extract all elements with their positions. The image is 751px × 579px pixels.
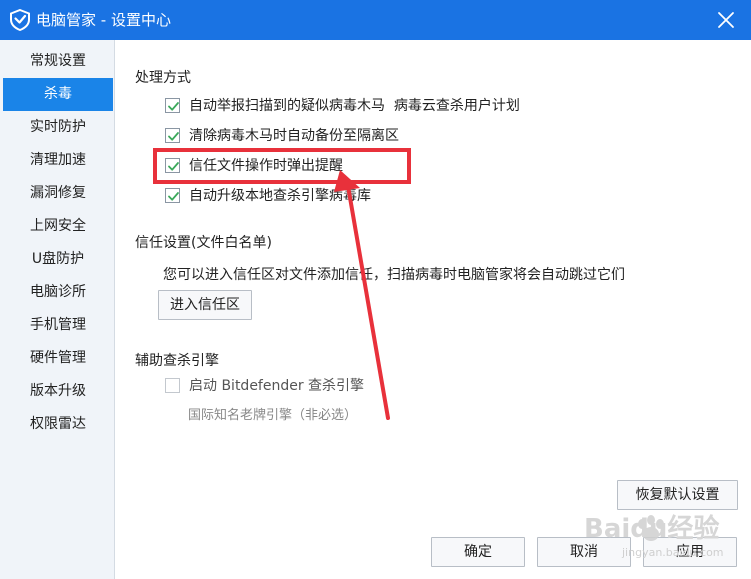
settings-panel: 处理方式 自动举报扫描到的疑似病毒木马 病毒云查杀用户计划 清除病毒木马时自动备… [116, 40, 751, 579]
checkbox-checked[interactable] [165, 188, 180, 203]
restore-defaults-button[interactable]: 恢复默认设置 [617, 480, 738, 510]
cancel-button[interactable]: 取消 [537, 537, 631, 567]
option-bitdefender[interactable]: 启动 Bitdefender 查杀引擎 [165, 375, 465, 397]
section-title-processing: 处理方式 [135, 70, 191, 86]
check-icon [168, 162, 179, 171]
check-icon [168, 192, 179, 201]
option-label: 信任文件操作时弹出提醒 [189, 158, 343, 174]
sidebar-item-upgrade[interactable]: 版本升级 [3, 375, 113, 408]
sidebar-item-usb[interactable]: U盘防护 [3, 243, 113, 276]
option-label: 清除病毒木马时自动备份至隔离区 [189, 128, 399, 144]
sidebar-item-cleanup[interactable]: 清理加速 [3, 144, 113, 177]
option-auto-upgrade-engine[interactable]: 自动升级本地查杀引擎病毒库 [165, 185, 565, 207]
cloud-plan-link[interactable]: 病毒云查杀用户计划 [394, 98, 520, 114]
checkbox-checked[interactable] [165, 128, 180, 143]
sidebar-item-permission[interactable]: 权限雷达 [3, 408, 113, 441]
close-icon[interactable] [715, 9, 737, 31]
sidebar-item-clinic[interactable]: 电脑诊所 [3, 276, 113, 309]
option-auto-report[interactable]: 自动举报扫描到的疑似病毒木马 病毒云查杀用户计划 [165, 95, 685, 117]
sidebar-item-realtime[interactable]: 实时防护 [3, 111, 113, 144]
window-title: 电脑管家 - 设置中心 [36, 11, 171, 29]
shield-icon [10, 9, 30, 31]
sidebar-item-general[interactable]: 常规设置 [3, 45, 113, 78]
engine-note: 国际知名老牌引擎（非必选） [188, 408, 358, 423]
checkbox-checked[interactable] [165, 98, 180, 113]
option-label: 自动举报扫描到的疑似病毒木马 病毒云查杀用户计划 [189, 98, 520, 114]
enter-trust-zone-button[interactable]: 进入信任区 [158, 290, 252, 320]
apply-button[interactable]: 应用 [643, 537, 737, 567]
option-label: 启动 Bitdefender 查杀引擎 [189, 378, 365, 394]
sidebar-item-antivirus[interactable]: 杀毒 [3, 78, 113, 111]
sidebar-item-phone[interactable]: 手机管理 [3, 309, 113, 342]
check-icon [168, 102, 179, 111]
check-icon [168, 132, 179, 141]
sidebar-item-hardware[interactable]: 硬件管理 [3, 342, 113, 375]
option-trust-alert[interactable]: 信任文件操作时弹出提醒 [165, 155, 565, 177]
section-title-trust: 信任设置(文件白名单) [135, 235, 272, 251]
checkbox-unchecked[interactable] [165, 378, 180, 393]
sidebar-item-patch[interactable]: 漏洞修复 [3, 177, 113, 210]
sidebar-item-web-security[interactable]: 上网安全 [3, 210, 113, 243]
section-title-engine: 辅助查杀引擎 [135, 353, 219, 369]
title-bar: 电脑管家 - 设置中心 [0, 0, 751, 40]
trust-description: 您可以进入信任区对文件添加信任，扫描病毒时电脑管家将会自动跳过它们 [163, 267, 625, 283]
option-label: 自动升级本地查杀引擎病毒库 [189, 188, 371, 204]
ok-button[interactable]: 确定 [431, 537, 525, 567]
checkbox-checked[interactable] [165, 158, 180, 173]
option-auto-backup[interactable]: 清除病毒木马时自动备份至隔离区 [165, 125, 565, 147]
sidebar: 常规设置 杀毒 实时防护 清理加速 漏洞修复 上网安全 U盘防护 电脑诊所 手机… [0, 40, 115, 579]
